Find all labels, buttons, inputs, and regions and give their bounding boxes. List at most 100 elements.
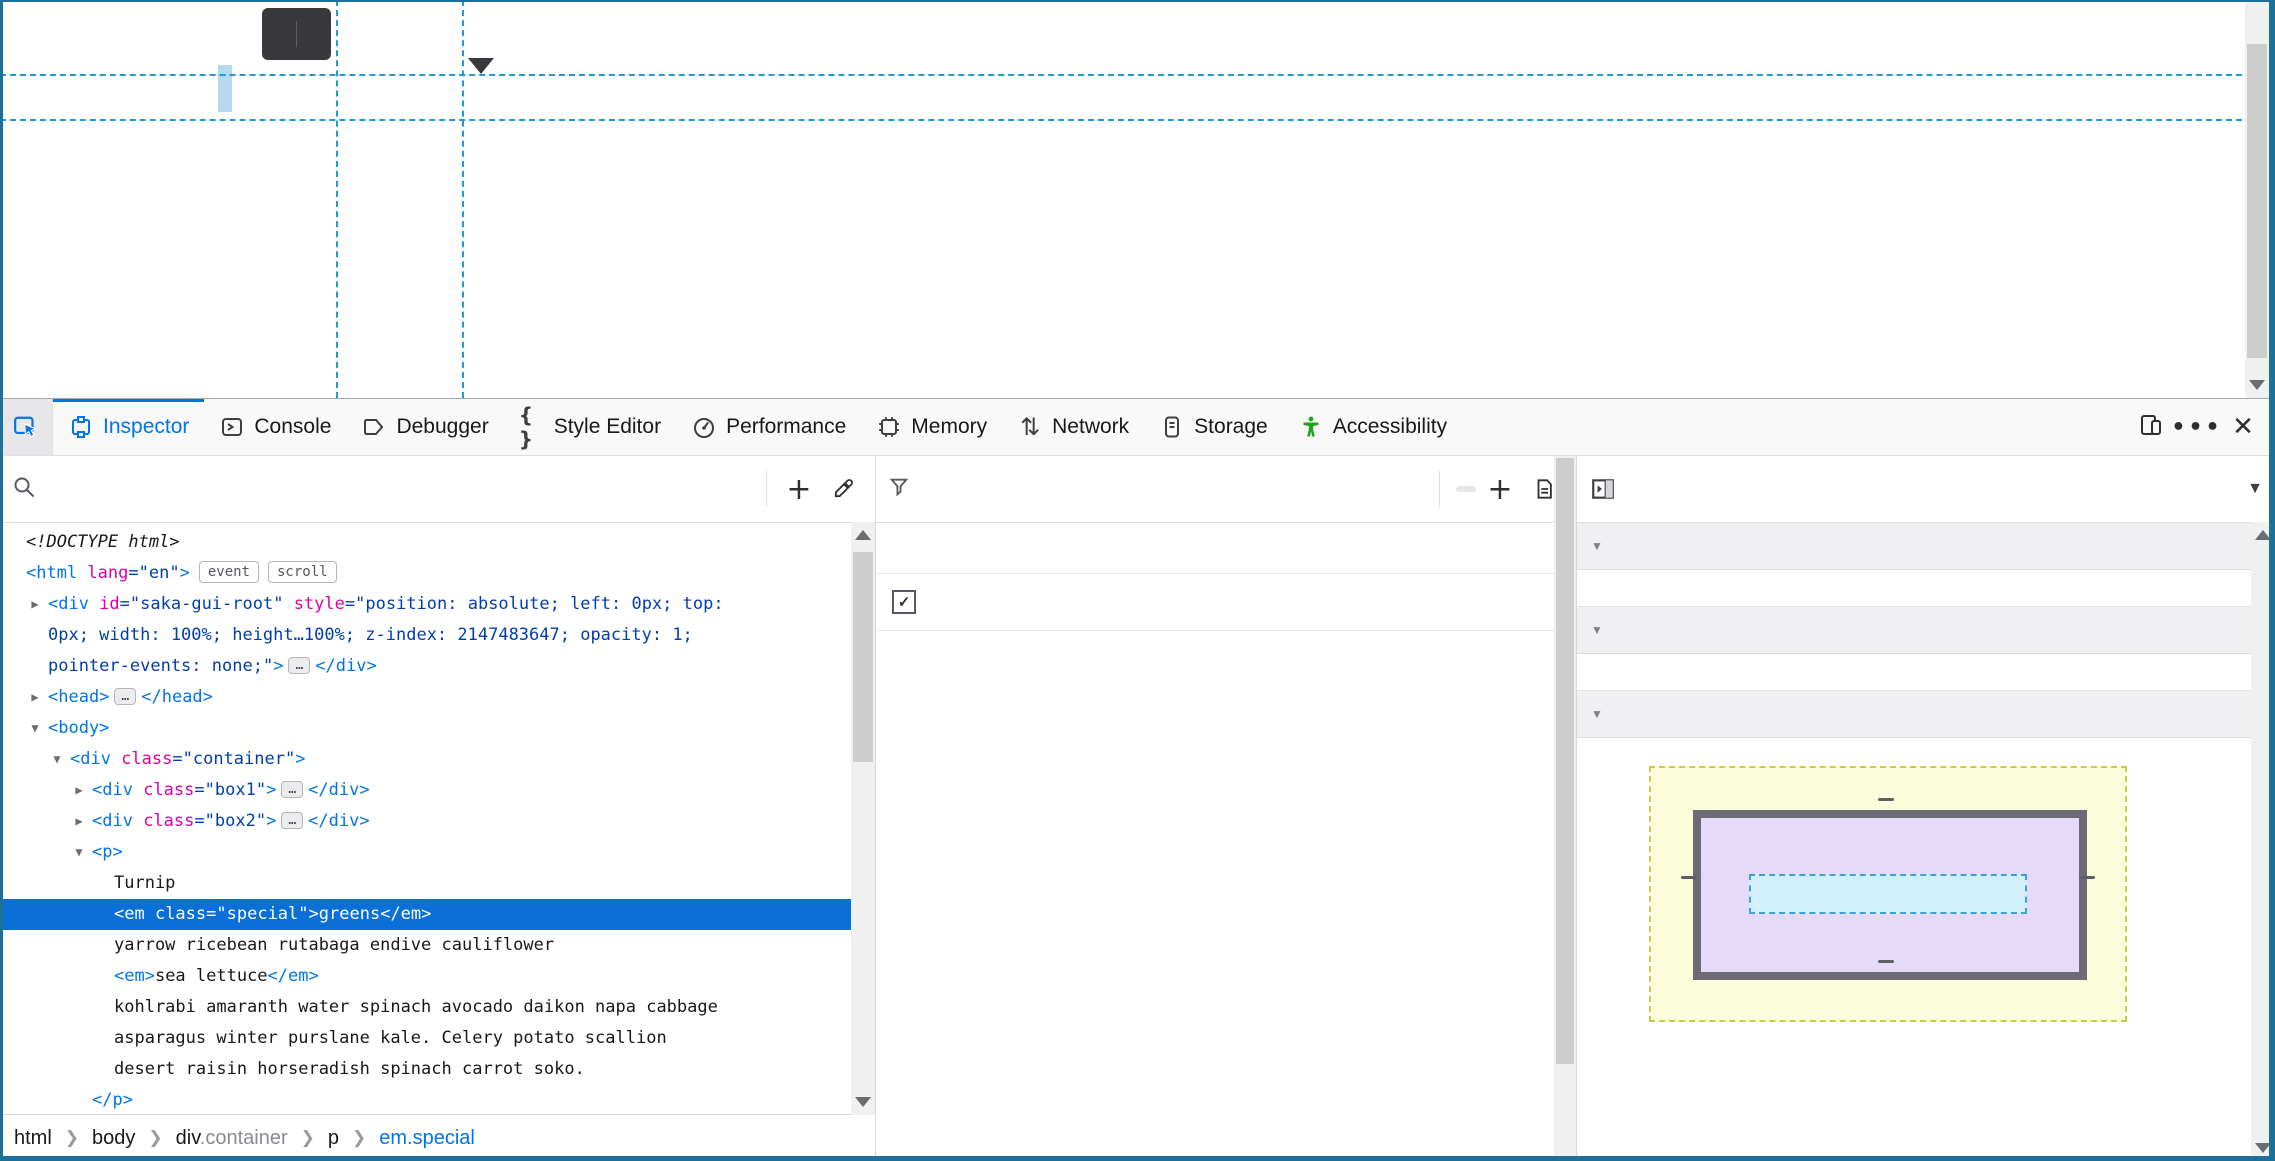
border-right-value[interactable] — [2079, 876, 2095, 879]
grid-section-header[interactable]: ▼ — [1577, 607, 2275, 654]
twisty-icon[interactable]: ▶ — [27, 682, 43, 713]
breadcrumb-item-body[interactable]: body — [92, 1127, 135, 1150]
expand-inline-icon[interactable]: … — [281, 781, 304, 798]
browser-viewport — [0, 0, 2275, 398]
scrollbar-thumb[interactable] — [2247, 44, 2267, 358]
devtools-window: Inspector Console Debugger { } Style Editor P… — [0, 398, 2275, 1161]
code-segment: =" — [206, 904, 227, 924]
event-badge[interactable]: event — [198, 561, 259, 583]
twisty-icon[interactable]: ▼ — [49, 744, 65, 775]
close-icon: ✕ — [2232, 412, 2254, 442]
expand-inline-icon[interactable]: … — [281, 812, 304, 829]
box-model-section-header[interactable]: ▼ — [1577, 691, 2275, 738]
scrollbar-thumb[interactable] — [853, 552, 873, 762]
tree-row[interactable]: ▼ <p> — [0, 837, 875, 868]
code-segment: box2 — [214, 811, 256, 831]
add-rule-button[interactable]: + — [1480, 467, 1520, 511]
tree-row[interactable]: </p> — [0, 1085, 875, 1114]
border-label — [1693, 810, 1713, 815]
tree-row[interactable]: ▶ <div id="saka-gui-root" style="position… — [0, 589, 875, 682]
markup-scrollbar[interactable] — [851, 522, 875, 1115]
rules-pane: + ✓ — [876, 456, 1577, 1161]
class-panel-toggle[interactable] — [1456, 486, 1476, 492]
network-icon: ⇅ — [1020, 413, 1041, 441]
tree-row[interactable]: <html lang="en"> event scroll — [0, 558, 875, 589]
code-segment: </em> — [267, 966, 319, 986]
breadcrumb-item-class: .container — [199, 1126, 288, 1149]
tree-row[interactable]: <!DOCTYPE html> — [0, 527, 875, 558]
close-button[interactable]: ✕ — [2221, 405, 2265, 449]
rules-list: ✓ — [876, 523, 1576, 1161]
rules-scrollbar[interactable] — [1554, 456, 1576, 1161]
page-scrollbar[interactable] — [2245, 0, 2269, 398]
code-segment: " — [273, 594, 284, 614]
twisty-icon[interactable]: ▼ — [71, 837, 87, 868]
meatball-menu-button[interactable]: ••• — [2171, 405, 2219, 449]
tree-row[interactable]: ▼ <body> — [0, 713, 875, 744]
devtools-body: + <!DOCTYPE html> <html lang="en"> event sc… — [0, 456, 2275, 1161]
filter-icon — [888, 476, 910, 503]
breadcrumb: html ❯ body ❯ div.container ❯ p ❯ em.special — [0, 1114, 875, 1161]
tree-row[interactable]: ▶ <div class="box1">… </div> — [0, 775, 875, 806]
expand-inline-icon[interactable]: … — [288, 657, 311, 674]
twisty-icon[interactable]: ▶ — [71, 775, 87, 806]
devtools-toolbar: Inspector Console Debugger { } Style Editor P… — [0, 399, 2275, 456]
responsive-design-mode-button[interactable] — [2129, 405, 2173, 449]
box-model-margin[interactable] — [1649, 766, 2127, 1022]
tab-storage[interactable]: Storage — [1144, 399, 1283, 455]
tab-console[interactable]: Console — [204, 399, 346, 455]
sidebar-toggle-icon[interactable] — [1577, 456, 1629, 522]
tree-row[interactable]: Turnip — [0, 868, 875, 899]
expand-inline-icon[interactable]: … — [114, 688, 137, 705]
breadcrumb-item-div[interactable]: div.container — [176, 1127, 288, 1150]
scroll-down-icon[interactable] — [2249, 380, 2265, 390]
box-model-content[interactable] — [1749, 874, 2027, 914]
border-top-value[interactable] — [1878, 798, 1894, 801]
code-segment: <body> — [48, 718, 110, 738]
class-checkbox[interactable]: ✓ — [892, 590, 916, 614]
breadcrumb-item-p[interactable]: p — [328, 1127, 339, 1150]
twisty-icon[interactable]: ▶ — [27, 589, 43, 620]
tree-row[interactable]: <em>sea lettuce</em> — [0, 961, 875, 992]
tab-debugger[interactable]: Debugger — [346, 399, 503, 455]
twisty-icon[interactable]: ▶ — [71, 806, 87, 837]
tab-performance[interactable]: Performance — [676, 399, 861, 455]
add-node-button[interactable]: + — [779, 467, 819, 511]
tree-row[interactable]: <em class="special">greens</em> — [0, 899, 875, 930]
tab-style-editor[interactable]: { } Style Editor — [504, 399, 676, 455]
tab-accessibility[interactable]: Accessibility — [1283, 399, 1462, 455]
box-model-border[interactable] — [1693, 810, 2087, 980]
scrollbar-thumb[interactable] — [1556, 458, 1574, 1065]
eyedropper-button[interactable] — [823, 467, 863, 511]
markup-tree: <!DOCTYPE html> <html lang="en"> event scro… — [0, 523, 875, 1114]
tab-memory[interactable]: Memory — [861, 399, 1002, 455]
tab-inspector[interactable]: Inspector — [53, 399, 205, 455]
code-segment: " — [255, 780, 267, 800]
border-bottom-value[interactable] — [1878, 960, 1894, 963]
tab-network[interactable]: ⇅ Network — [1002, 399, 1144, 455]
style-editor-icon: { } — [518, 403, 533, 451]
code-segment: <head> — [48, 687, 110, 707]
tooltip-arrow — [468, 58, 494, 74]
tab-label: Performance — [726, 415, 847, 438]
tree-row[interactable]: yarrow ricebean rutabaga endive cauliflo… — [0, 930, 875, 961]
breadcrumb-item-em-special[interactable]: em.special — [379, 1127, 475, 1150]
code-segment: =" — [194, 811, 215, 831]
tab-label: Accessibility — [1332, 415, 1448, 438]
console-icon — [219, 414, 245, 440]
scroll-down-icon[interactable] — [855, 1097, 871, 1107]
tree-row[interactable]: ▶ <div class="box2">… </div> — [0, 806, 875, 837]
add-new-class-input[interactable] — [876, 523, 1576, 574]
flexbox-section-header[interactable]: ▼ — [1577, 523, 2275, 570]
border-left-value[interactable] — [1681, 876, 1697, 879]
scroll-up-icon[interactable] — [855, 530, 871, 540]
element-picker-button[interactable] — [0, 399, 53, 455]
twisty-icon[interactable]: ▼ — [27, 713, 43, 744]
tree-row[interactable]: ▼ <div class="container"> — [0, 744, 875, 775]
scroll-badge[interactable]: scroll — [268, 561, 337, 583]
tree-row[interactable]: kohlrabi amaranth water spinach avocado … — [0, 992, 875, 1085]
code-segment: " — [284, 749, 296, 769]
code-segment: </div> — [308, 811, 370, 831]
tree-row[interactable]: ▶ <head>… </head> — [0, 682, 875, 713]
breadcrumb-item-html[interactable]: html — [14, 1127, 52, 1150]
